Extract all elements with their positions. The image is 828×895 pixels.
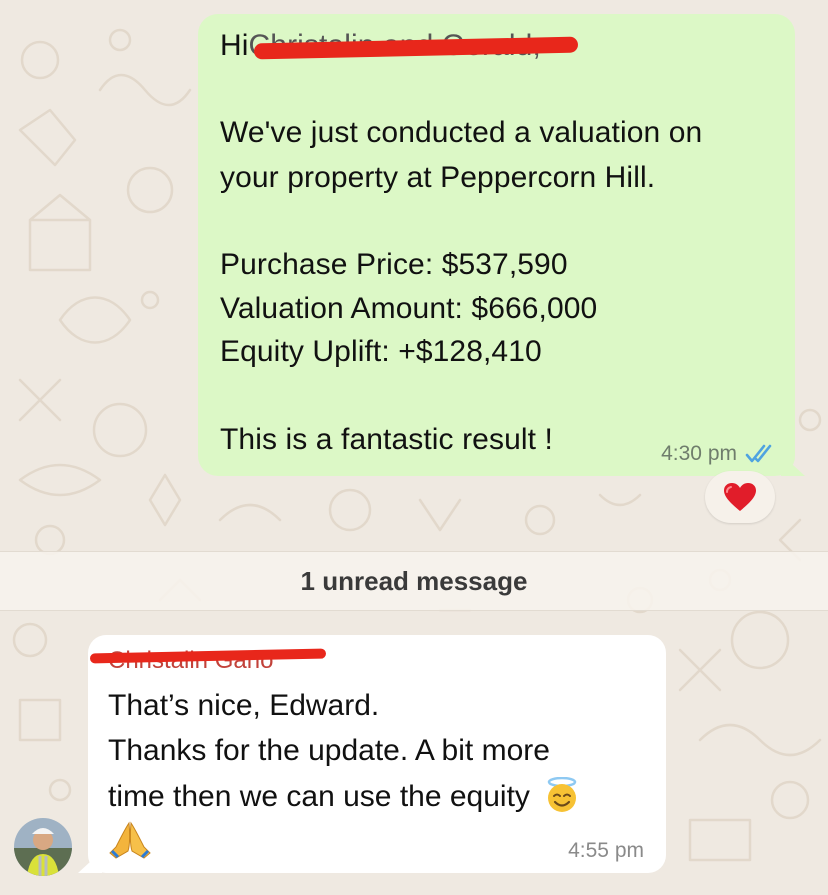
emoji-line bbox=[108, 821, 152, 864]
equity-uplift-line: Equity Uplift: +$128,410 bbox=[220, 335, 542, 368]
outgoing-timestamp: 4:30 pm bbox=[661, 442, 737, 465]
folded-hands-icon bbox=[109, 821, 151, 859]
message-reaction[interactable] bbox=[705, 471, 775, 523]
message-text: time then we can use the equity bbox=[108, 780, 530, 813]
valuation-amount-line: Valuation Amount: $666,000 bbox=[220, 292, 598, 325]
unread-messages-divider: 1 unread message bbox=[0, 551, 828, 611]
message-line: time then we can use the equity bbox=[108, 776, 580, 815]
message-line: That’s nice, Edward. bbox=[108, 689, 380, 722]
message-line: your property at Peppercorn Hill. bbox=[220, 161, 656, 194]
message-line: We've just conducted a valuation on bbox=[220, 116, 703, 149]
double-check-read-icon bbox=[745, 444, 772, 463]
contact-avatar[interactable] bbox=[14, 818, 72, 876]
red-heart-icon bbox=[724, 483, 756, 511]
unread-count-label: 1 unread message bbox=[300, 565, 528, 596]
incoming-message-bubble[interactable]: Christalin Gano That’s nice, Edward. Tha… bbox=[78, 635, 666, 873]
incoming-timestamp: 4:55 pm bbox=[568, 839, 644, 862]
greeting-prefix: Hi bbox=[220, 29, 249, 62]
avatar-photo bbox=[14, 818, 72, 876]
message-line: This is a fantastic result ! bbox=[220, 423, 553, 456]
purchase-price-line: Purchase Price: $537,590 bbox=[220, 248, 568, 281]
outgoing-message-bubble[interactable]: HiChristalin and Gerald, We've just cond… bbox=[198, 14, 805, 476]
smiling-face-with-halo-icon bbox=[548, 776, 577, 812]
message-line: Thanks for the update. A bit more bbox=[108, 734, 550, 767]
